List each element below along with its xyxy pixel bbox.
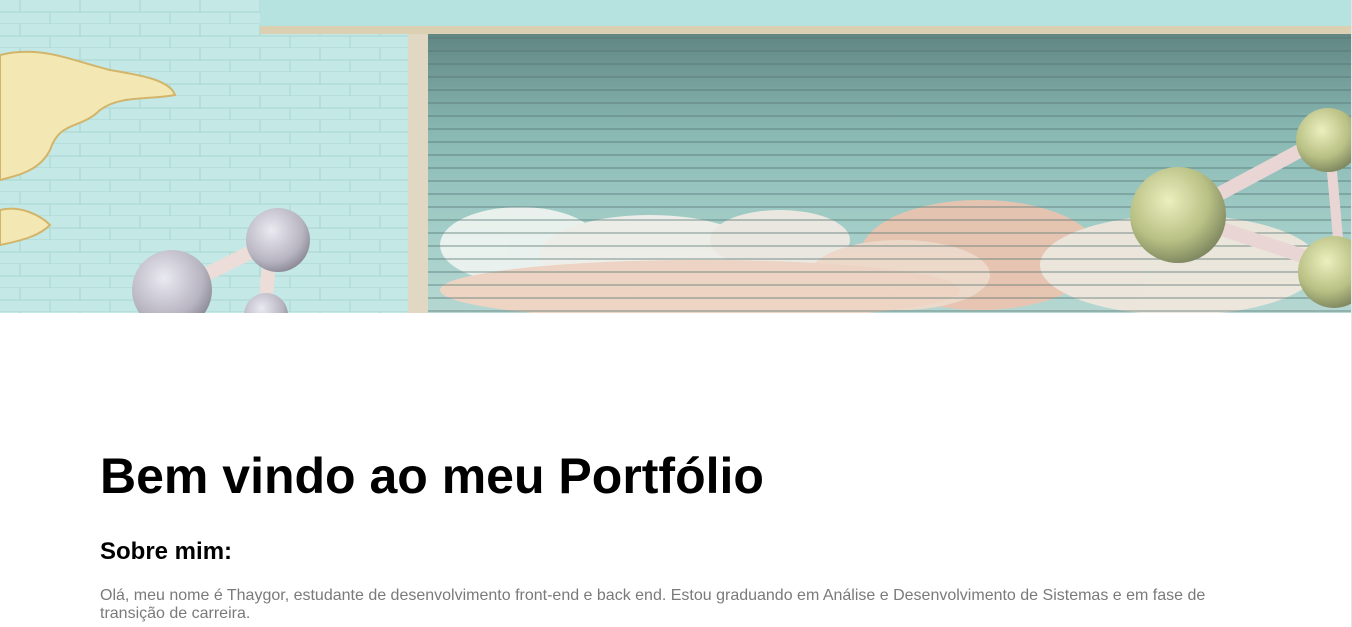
about-text: Olá, meu nome é Thaygor, estudante de de… [100,587,1206,622]
about-heading: Sobre mim: [100,538,233,565]
main-content: Bem vindo ao meu Portfólio Sobre mim: Ol… [100,445,1240,623]
hero-banner-image [0,0,1351,313]
page-title: Bem vindo ao meu Portfólio [100,448,764,504]
mural-illustration [0,0,1351,313]
